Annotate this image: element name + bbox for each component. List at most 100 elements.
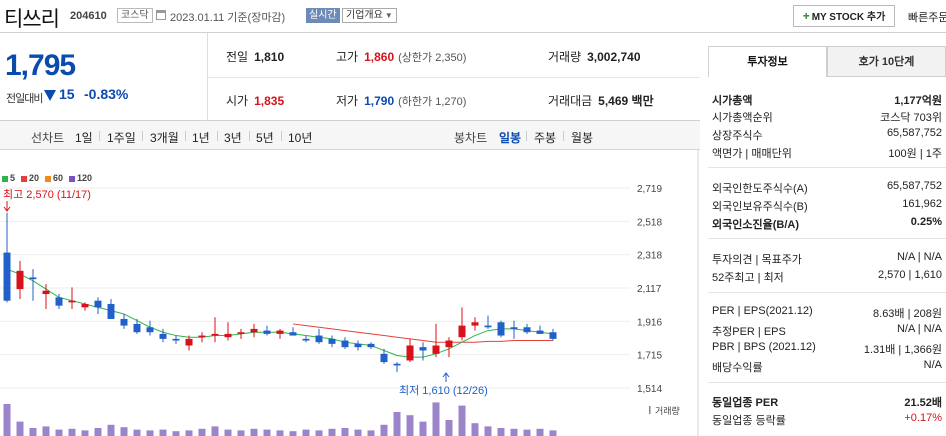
legend-ma20-label: 20 <box>29 173 40 183</box>
candle-body <box>172 338 180 341</box>
volume-label: 거래량 <box>548 50 582 64</box>
candlestick-chart[interactable]: 2,719 2,518 2,318 2,117 1,916 1,715 1,514 거래량 최고… <box>0 150 700 436</box>
low-value: 1,790 <box>364 94 395 108</box>
volume-bar <box>432 402 440 436</box>
candle-body <box>315 335 323 343</box>
stock-header: 티쓰리 204610 코스닥 2023.01.11 기준(장마감) 실시간 기업… <box>0 0 946 33</box>
separator <box>142 131 143 141</box>
period-1d[interactable]: 1일 <box>75 129 93 146</box>
candle-body <box>523 327 531 333</box>
invest-row-value: +0.17% <box>904 412 942 424</box>
candle-body <box>458 325 466 338</box>
base-date: 2023.01.11 기준(장마감) <box>170 12 286 24</box>
y-tick-label: 2,117 <box>637 284 662 295</box>
price-chart[interactable]: 5 20 60 120 2,719 2,518 2,318 2,117 1,916 1,7… <box>0 150 700 436</box>
market-badge: 코스닥 <box>117 8 153 23</box>
candle-body <box>263 330 271 334</box>
legend-ma60-label: 60 <box>53 173 64 183</box>
candle-body <box>354 343 362 348</box>
trade-amount: 거래대금 5,469 백만 <box>548 92 654 109</box>
candle-body <box>211 333 219 336</box>
volume-bar <box>328 428 336 436</box>
candle-body <box>393 363 401 366</box>
candle-body <box>328 338 336 344</box>
candle-weekly[interactable]: 주봉 <box>534 129 556 146</box>
volume-bar <box>510 428 518 436</box>
invest-row-label: 투자의견 | 목표주가 <box>712 254 802 266</box>
low-label: 저가 <box>336 94 359 108</box>
max-price-label: 최고 2,570 (11/17) <box>3 188 91 201</box>
volume-bar <box>458 405 466 436</box>
candle-body <box>432 345 440 354</box>
volume-bar <box>406 415 414 436</box>
down-arrow-icon <box>3 201 11 212</box>
legend-ma5: 5 <box>2 173 15 183</box>
amount-label: 거래대금 <box>548 94 593 108</box>
separator <box>249 131 250 141</box>
invest-row-label: 외국인소진율(B/A) <box>712 219 799 231</box>
volume-value: 3,002,740 <box>587 50 641 64</box>
invest-row: 상장주식수 65,587,752 <box>712 127 946 143</box>
period-3m[interactable]: 3개월 <box>150 129 179 146</box>
separator <box>526 131 527 141</box>
period-10y[interactable]: 10년 <box>288 129 312 146</box>
volume-bar <box>42 426 50 436</box>
company-overview-button[interactable]: 기업개요 ▼ <box>342 8 397 23</box>
mystock-add-button[interactable]: + MY STOCK 추가 <box>793 5 895 27</box>
volume-bar <box>497 428 505 436</box>
tab-invest-info[interactable]: 투자정보 <box>708 46 827 77</box>
candle-body <box>289 332 297 336</box>
volume-bar <box>224 429 232 436</box>
candle-body <box>484 325 492 328</box>
candle-body <box>198 335 206 338</box>
period-5y[interactable]: 5년 <box>256 129 274 146</box>
legend-ma120: 120 <box>69 173 92 183</box>
high-value: 1,860 <box>364 50 395 64</box>
y-tick-label: 1,715 <box>637 351 662 362</box>
candle-daily[interactable]: 일봉 <box>499 129 521 146</box>
volume-bar <box>185 430 193 436</box>
invest-row: 배당수익률 N/A <box>712 359 946 375</box>
change-label: 전일대비 <box>6 93 43 105</box>
candle-body <box>549 332 557 339</box>
legend-ma5-label: 5 <box>10 173 16 183</box>
realtime-button[interactable]: 실시간 <box>306 8 340 23</box>
invest-row: 투자의견 | 목표주가 N/A | N/A <box>712 251 946 267</box>
period-1y[interactable]: 1년 <box>192 129 210 146</box>
candle-body <box>367 343 375 348</box>
divider <box>207 77 700 78</box>
candle-body <box>3 252 11 301</box>
separator <box>217 131 218 141</box>
low-price: 저가 1,790 (하한가 1,270) <box>336 92 466 109</box>
candle-monthly[interactable]: 월봉 <box>571 129 593 146</box>
volume-bar <box>198 428 206 436</box>
invest-row-label: PBR | BPS (2021.12) <box>712 341 816 353</box>
candle-body <box>133 323 141 333</box>
invest-row-label: 시가총액순위 <box>712 112 773 124</box>
volume-bar <box>523 429 531 436</box>
group-divider <box>708 167 946 168</box>
volume: 거래량 3,002,740 <box>548 48 641 65</box>
invest-row-value: N/A | N/A <box>896 251 942 263</box>
invest-row-label: 동일업종 PER <box>712 397 779 409</box>
invest-row-value: 코스닥 703위 <box>880 112 942 124</box>
volume-bar <box>3 404 11 436</box>
price-summary: 1,795 전일대비 15 -0.83% 전일 1,810 고가 1,860 (상한가… <box>0 33 700 121</box>
invest-row-label: PER | EPS(2021.12) <box>712 305 813 317</box>
volume-bar <box>445 420 453 436</box>
candle-body <box>68 300 76 303</box>
high-label: 고가 <box>336 50 359 64</box>
tab-order-book[interactable]: 호가 10단계 <box>827 46 946 77</box>
quick-order-link[interactable]: 빠른주문 <box>908 9 946 25</box>
candle-body <box>419 347 427 351</box>
prev-value: 1,810 <box>254 50 285 64</box>
volume-bar <box>289 431 297 436</box>
invest-row: 시가총액순위 코스닥 703위 <box>712 109 946 125</box>
candle-body <box>302 338 310 341</box>
lower-limit: (하한가 1,270) <box>398 96 467 108</box>
candle-body <box>94 300 102 308</box>
period-3y[interactable]: 3년 <box>224 129 242 146</box>
period-1w[interactable]: 1주일 <box>107 129 136 146</box>
separator <box>281 131 282 141</box>
separator <box>99 131 100 141</box>
